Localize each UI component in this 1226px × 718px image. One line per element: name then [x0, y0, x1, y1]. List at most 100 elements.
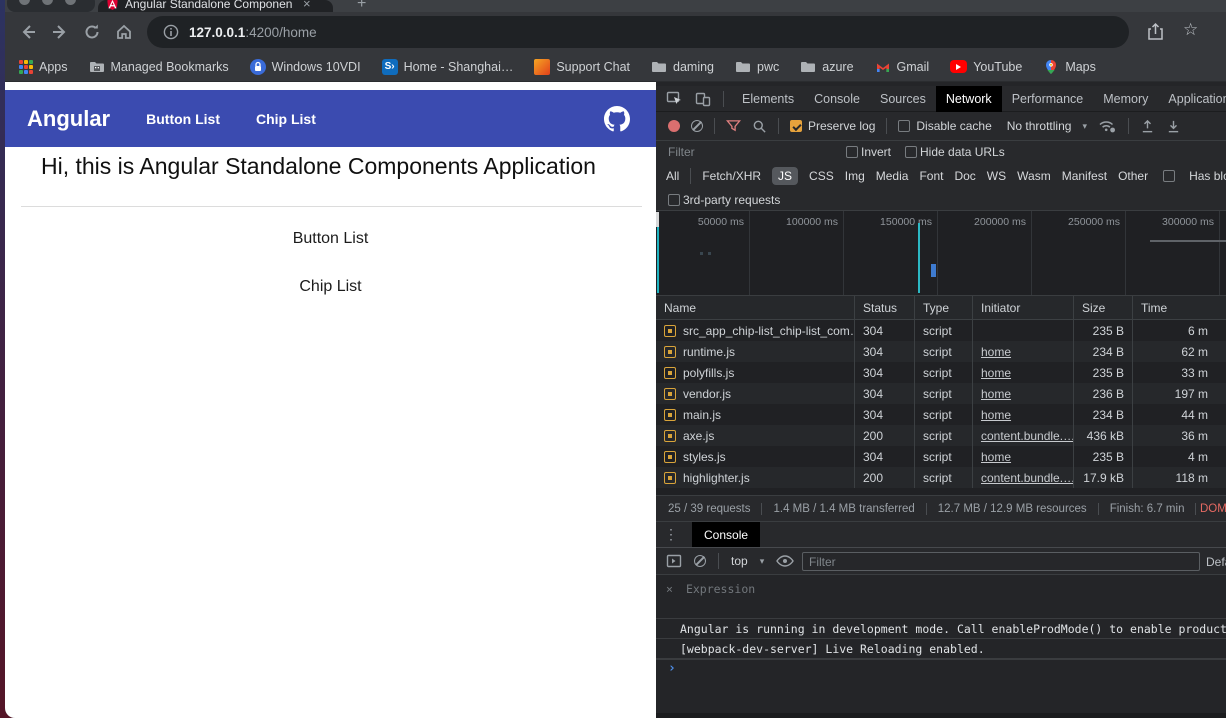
type-filter-media[interactable]: Media: [876, 169, 909, 183]
has-blocked-cookies-checkbox[interactable]: [1163, 170, 1175, 182]
table-row[interactable]: src_app_chip-list_chip-list_com… 304 scr…: [656, 320, 1226, 341]
table-row[interactable]: highlighter.js 200 script content.bundle…: [656, 467, 1226, 488]
console-prompt-icon[interactable]: ›: [668, 661, 676, 676]
device-toolbar-icon[interactable]: [695, 91, 711, 107]
request-initiator[interactable]: home: [981, 387, 1011, 401]
request-initiator[interactable]: home: [981, 450, 1011, 464]
back-icon[interactable]: [19, 23, 37, 41]
tab-performance[interactable]: Performance: [1002, 86, 1094, 112]
network-filter-input[interactable]: [668, 144, 826, 160]
home-icon[interactable]: [115, 23, 133, 41]
bookmark-youtube[interactable]: YouTube: [950, 60, 1022, 74]
hide-data-urls-checkbox[interactable]: [905, 146, 917, 158]
network-timeline[interactable]: 50000 ms 100000 ms 150000 ms 200000 ms 2…: [656, 211, 1226, 296]
tab-console[interactable]: Console: [804, 86, 870, 112]
clear-icon[interactable]: [691, 120, 703, 132]
link-button-list[interactable]: Button List: [5, 230, 656, 248]
tab-elements[interactable]: Elements: [732, 86, 804, 112]
context-selector[interactable]: top: [731, 554, 748, 568]
column-name[interactable]: Name: [656, 296, 855, 319]
type-filter-font[interactable]: Font: [919, 169, 943, 183]
preserve-log-checkbox[interactable]: [790, 120, 802, 132]
bookmark-windows-vdi[interactable]: Windows 10VDI: [250, 59, 361, 75]
script-file-icon: [664, 430, 676, 442]
type-filter-img[interactable]: Img: [845, 169, 865, 183]
bookmark-folder-azure[interactable]: azure: [800, 59, 853, 75]
console-sidebar-icon[interactable]: [666, 553, 682, 569]
type-filter-fetchxhr[interactable]: Fetch/XHR: [702, 169, 761, 183]
nav-button-list[interactable]: Button List: [146, 111, 220, 127]
share-icon[interactable]: [1147, 22, 1164, 41]
column-type[interactable]: Type: [915, 296, 973, 319]
tab-network[interactable]: Network: [936, 86, 1002, 112]
third-party-checkbox[interactable]: [668, 194, 680, 206]
browser-tab[interactable]: Angular Standalone Componen ×: [98, 0, 333, 12]
type-filter-ws[interactable]: WS: [987, 169, 1006, 183]
tab-sources[interactable]: Sources: [870, 86, 936, 112]
drawer-tab-console[interactable]: Console: [692, 522, 760, 548]
table-row[interactable]: vendor.js 304 script home 236 B 197 m: [656, 383, 1226, 404]
invert-checkbox[interactable]: [846, 146, 858, 158]
type-filter-wasm[interactable]: Wasm: [1017, 169, 1051, 183]
github-icon[interactable]: [604, 106, 630, 132]
console-filter-input[interactable]: [802, 552, 1200, 571]
tab-memory[interactable]: Memory: [1093, 86, 1158, 112]
link-chip-list[interactable]: Chip List: [5, 278, 656, 296]
request-initiator[interactable]: content.bundle.…: [981, 429, 1074, 443]
nav-chip-list[interactable]: Chip List: [256, 111, 316, 127]
bookmark-maps[interactable]: Maps: [1043, 59, 1096, 75]
table-row[interactable]: styles.js 304 script home 235 B 4 m: [656, 446, 1226, 467]
tab-close-icon[interactable]: ×: [303, 0, 311, 11]
type-filter-all[interactable]: All: [666, 169, 679, 183]
request-initiator[interactable]: home: [981, 345, 1011, 359]
site-info-icon[interactable]: [163, 24, 179, 40]
eye-icon[interactable]: [776, 555, 794, 567]
inspect-icon[interactable]: [666, 90, 683, 107]
disable-cache-checkbox[interactable]: [898, 120, 910, 132]
clear-console-icon[interactable]: [694, 555, 706, 567]
chevron-down-icon[interactable]: ▾: [760, 556, 765, 567]
chevron-down-icon[interactable]: ▾: [1082, 121, 1087, 132]
bookmark-managed[interactable]: Managed Bookmarks: [89, 59, 229, 75]
bookmark-apps[interactable]: Apps: [19, 59, 68, 74]
bookmark-folder-daming[interactable]: daming: [651, 59, 714, 75]
bookmark-sharepoint-home[interactable]: S› Home - Shanghai…: [382, 59, 514, 75]
bookmark-gmail[interactable]: Gmail: [875, 59, 930, 75]
filter-funnel-icon[interactable]: [726, 119, 741, 134]
remove-expression-icon[interactable]: ×: [666, 582, 673, 596]
record-icon[interactable]: [668, 120, 680, 132]
column-initiator[interactable]: Initiator: [973, 296, 1074, 319]
forward-icon[interactable]: [51, 23, 69, 41]
log-levels-select[interactable]: Default levels: [1206, 555, 1226, 569]
tab-application[interactable]: Application: [1158, 86, 1226, 112]
timeline-selection-handle[interactable]: [656, 212, 659, 227]
type-filter-js[interactable]: JS: [772, 167, 798, 185]
table-row[interactable]: polyfills.js 304 script home 235 B 33 m: [656, 362, 1226, 383]
request-initiator[interactable]: home: [981, 408, 1011, 422]
more-options-icon[interactable]: ⋮: [664, 526, 678, 543]
export-har-icon[interactable]: [1166, 119, 1181, 134]
request-initiator[interactable]: content.bundle.…: [981, 471, 1074, 485]
bookmark-support-chat[interactable]: Support Chat: [534, 59, 630, 75]
network-conditions-icon[interactable]: [1098, 118, 1117, 134]
table-row[interactable]: runtime.js 304 script home 234 B 62 m: [656, 341, 1226, 362]
type-filter-doc[interactable]: Doc: [954, 169, 975, 183]
column-size[interactable]: Size: [1074, 296, 1133, 319]
table-header-row[interactable]: Name Status Type Initiator Size Time: [656, 296, 1226, 320]
type-filter-other[interactable]: Other: [1118, 169, 1148, 183]
column-status[interactable]: Status: [855, 296, 915, 319]
import-har-icon[interactable]: [1140, 119, 1155, 134]
type-filter-css[interactable]: CSS: [809, 169, 834, 183]
throttling-select[interactable]: No throttling: [1007, 119, 1072, 133]
address-bar[interactable]: 127.0.0.1:4200/home: [147, 16, 1129, 48]
table-row[interactable]: main.js 304 script home 234 B 44 m: [656, 404, 1226, 425]
bookmark-folder-pwc[interactable]: pwc: [735, 59, 779, 75]
live-expression[interactable]: × Expression: [666, 582, 755, 596]
table-row[interactable]: axe.js 200 script content.bundle.… 436 k…: [656, 425, 1226, 446]
column-time[interactable]: Time: [1133, 296, 1226, 319]
type-filter-manifest[interactable]: Manifest: [1062, 169, 1107, 183]
request-initiator[interactable]: home: [981, 366, 1011, 380]
bookmark-star-icon[interactable]: ☆: [1183, 20, 1198, 40]
reload-icon[interactable]: [83, 23, 101, 41]
search-icon[interactable]: [752, 119, 767, 134]
